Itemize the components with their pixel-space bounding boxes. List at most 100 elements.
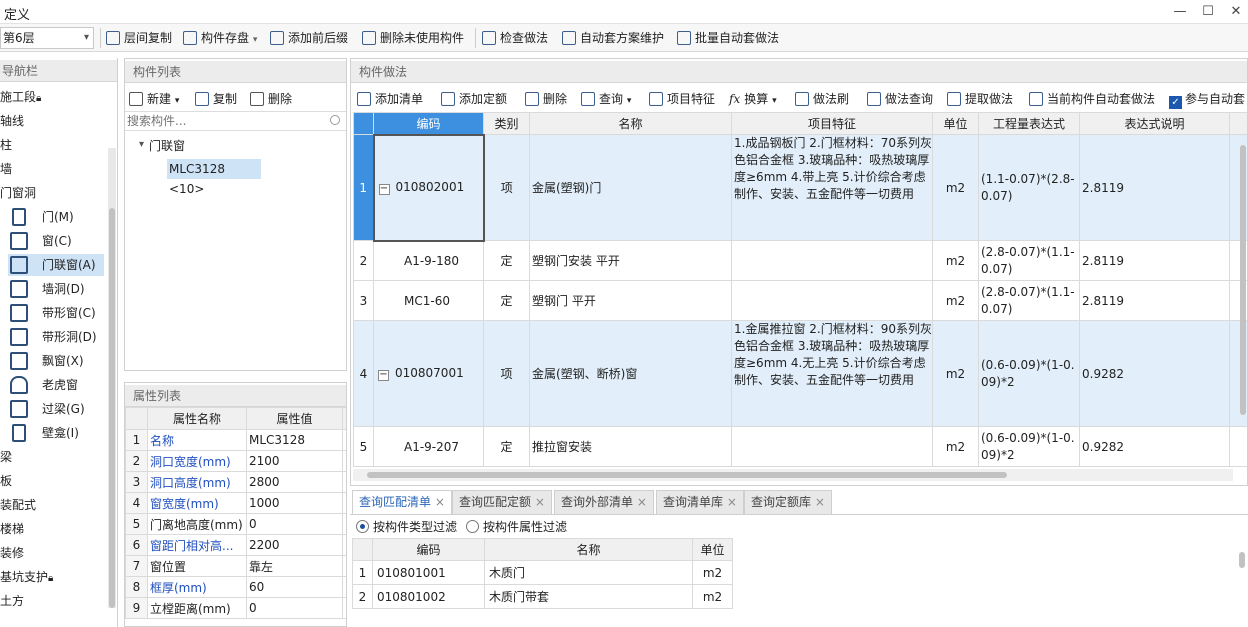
nav-item-slab[interactable]: 板 [0,470,12,492]
tab-close-icon[interactable]: × [727,495,737,509]
convert-button[interactable]: fx 换算 ▾ [729,89,777,109]
nav-sub-niche[interactable]: 壁龛(I) [8,422,104,444]
nav-item-stairs[interactable]: 楼梯 [0,518,24,540]
method-expression[interactable]: (1.1-0.07)*(2.8-0.07) [978,134,1080,241]
property-row[interactable]: 4 窗宽度(mm) 1000 [125,492,346,514]
minimize-button[interactable]: — [1166,2,1194,22]
delete-method-button[interactable]: 删除 [525,89,567,109]
nav-item-axis[interactable]: 轴线 [0,110,24,132]
item-feature-button[interactable]: 项目特征 [649,89,715,109]
query-vscrollbar[interactable] [1238,552,1246,570]
property-value[interactable]: MLC3128 [246,429,343,451]
method-code[interactable]: −010802001 [372,133,485,242]
method-hscrollbar[interactable] [353,469,1233,481]
query-vscrollbar-thumb[interactable] [1239,552,1245,568]
property-row[interactable]: 3 洞口高度(mm) 2800 [125,471,346,493]
tree-expand-icon[interactable]: ▾ [139,139,144,150]
save-component-button[interactable]: 构件存盘 ▾ [183,28,257,48]
method-expression[interactable]: (0.6-0.09)*(1-0.09)*2 [978,426,1080,467]
method-row[interactable]: 5 A1-9-207 定推拉窗安装 m2 (0.6-0.09)*(1-0.09)*2 0.… [353,426,1247,467]
method-brush-button[interactable]: 做法刷 [795,89,849,109]
nav-item-wall[interactable]: 墙 [0,158,12,180]
nav-item-construction-segment[interactable]: 施工段🔒︎ [0,86,41,108]
tab-close-icon[interactable]: × [435,495,445,509]
component-search-input[interactable] [125,112,315,130]
nav-scrollbar[interactable] [108,148,116,608]
nav-sub-dormer[interactable]: 老虎窗 [8,374,104,396]
property-value[interactable]: 2100 [246,450,343,472]
nav-item-beam[interactable]: 梁 [0,446,12,468]
add-quota-button[interactable]: 添加定额 [441,89,507,109]
batch-auto-button[interactable]: 批量自动套做法 [677,28,779,48]
property-row[interactable]: 6 窗距门相对高... 2200 [125,534,346,556]
method-feature[interactable] [731,426,933,467]
filter-by-attr-radio[interactable]: 按构件属性过滤 [466,518,567,535]
new-component-button[interactable]: 新建 ▾ [129,89,179,109]
property-value[interactable]: 0 [246,597,343,619]
copy-component-button[interactable]: 复制 [195,89,237,109]
participate-auto-checkbox[interactable]: ✓ 参与自动套 [1169,89,1245,109]
add-bill-button[interactable]: 添加清单 [357,89,423,109]
property-value[interactable]: 靠左 [246,555,343,577]
property-value[interactable]: 2200 [246,534,343,556]
method-name[interactable]: 金属(塑钢)门 [529,134,732,241]
delete-component-button[interactable]: 删除 [250,89,292,109]
method-vscrollbar[interactable] [1239,135,1247,465]
nav-sub-strip-opening[interactable]: 带形洞(D) [8,326,104,348]
tab-external-bill[interactable]: 查询外部清单 × [554,490,654,514]
add-prefix-suffix-button[interactable]: 添加前后缀 [270,28,348,48]
property-value[interactable]: 0 [246,513,343,535]
component-search-box[interactable] [125,111,346,131]
method-row[interactable]: 1−010802001 项金属(塑钢)门 1.成品钢板门 2.门框材料：70系列灰色… [353,133,1247,242]
nav-item-pit-support[interactable]: 基坑支护🔒︎ [0,566,53,588]
floor-select[interactable]: 第6层 ▾ [0,27,94,49]
property-row[interactable]: 7 窗位置 靠左 [125,555,346,577]
property-value[interactable]: 60 [246,576,343,598]
query-button[interactable]: 查询 ▾ [581,89,631,109]
method-code[interactable]: A1-9-180 [373,240,484,281]
close-button[interactable]: ✕ [1222,2,1248,22]
delete-unused-button[interactable]: 删除未使用构件 [362,28,464,48]
tab-match-quota[interactable]: 查询匹配定额 × [452,490,552,514]
method-expression[interactable]: (2.8-0.07)*(1.1-0.07) [978,280,1080,321]
tree-item-mlc3128[interactable]: MLC3128 <10> [167,159,261,196]
collapse-icon[interactable]: − [378,370,389,381]
query-row[interactable]: 1 010801001 木质门 m2 [352,560,733,585]
method-code[interactable]: −010807001 [373,320,484,427]
nav-sub-strip-window[interactable]: 带形窗(C) [8,302,104,324]
property-value[interactable]: 2800 [246,471,343,493]
tab-bill-library[interactable]: 查询清单库 × [656,490,744,514]
method-feature[interactable]: 1.成品钢板门 2.门框材料：70系列灰色铝合金框 3.玻璃品种：吸热玻璃厚度≥… [731,134,933,241]
copy-between-floors-button[interactable]: 层间复制 [106,28,172,48]
nav-sub-lintel[interactable]: 过梁(G) [8,398,104,420]
collapse-icon[interactable]: − [378,184,390,195]
method-query-button[interactable]: 做法查询 [867,89,933,109]
tab-close-icon[interactable]: × [637,495,647,509]
tab-quota-library[interactable]: 查询定额库 × [744,490,832,514]
nav-sub-window[interactable]: 窗(C) [8,230,104,252]
property-row[interactable]: 9 立樘距离(mm) 0 [125,597,346,619]
nav-item-earthwork[interactable]: 土方 [0,590,24,612]
nav-sub-bay-window[interactable]: 飘窗(X) [8,350,104,372]
method-code[interactable]: MC1-60 [373,280,484,321]
property-row[interactable]: 1 名称 MLC3128 [125,429,346,451]
method-name[interactable]: 塑钢门 平开 [529,280,732,321]
tree-group-door-window[interactable]: 门联窗 [149,137,185,154]
tab-close-icon[interactable]: × [535,495,545,509]
nav-item-door-window-opening[interactable]: 门窗洞 [0,182,36,204]
method-feature[interactable] [731,240,933,281]
property-row[interactable]: 8 框厚(mm) 60 [125,576,346,598]
method-name[interactable]: 金属(塑钢、断桥)窗 [529,320,732,427]
nav-item-column[interactable]: 柱 [0,134,12,156]
check-method-button[interactable]: 检查做法 [482,28,548,48]
method-expression[interactable]: (0.6-0.09)*(1-0.09)*2 [978,320,1080,427]
method-feature[interactable]: 1.金属推拉窗 2.门框材料：90系列灰色铝合金框 3.玻璃品种：吸热玻璃厚度≥… [731,320,933,427]
method-name[interactable]: 塑钢门安装 平开 [529,240,732,281]
method-row[interactable]: 2 A1-9-180 定塑钢门安装 平开 m2 (2.8-0.07)*(1.1-0.07… [353,240,1247,281]
nav-scrollbar-thumb[interactable] [109,208,115,608]
method-expression[interactable]: (2.8-0.07)*(1.1-0.07) [978,240,1080,281]
auto-apply-current-button[interactable]: 当前构件自动套做法 [1029,89,1155,109]
nav-sub-wall-opening[interactable]: 墙洞(D) [8,278,104,300]
method-row[interactable]: 3 MC1-60 定塑钢门 平开 m2 (2.8-0.07)*(1.1-0.07) 2.8… [353,280,1247,321]
query-row[interactable]: 2 010801002 木质门带套 m2 [352,584,733,609]
